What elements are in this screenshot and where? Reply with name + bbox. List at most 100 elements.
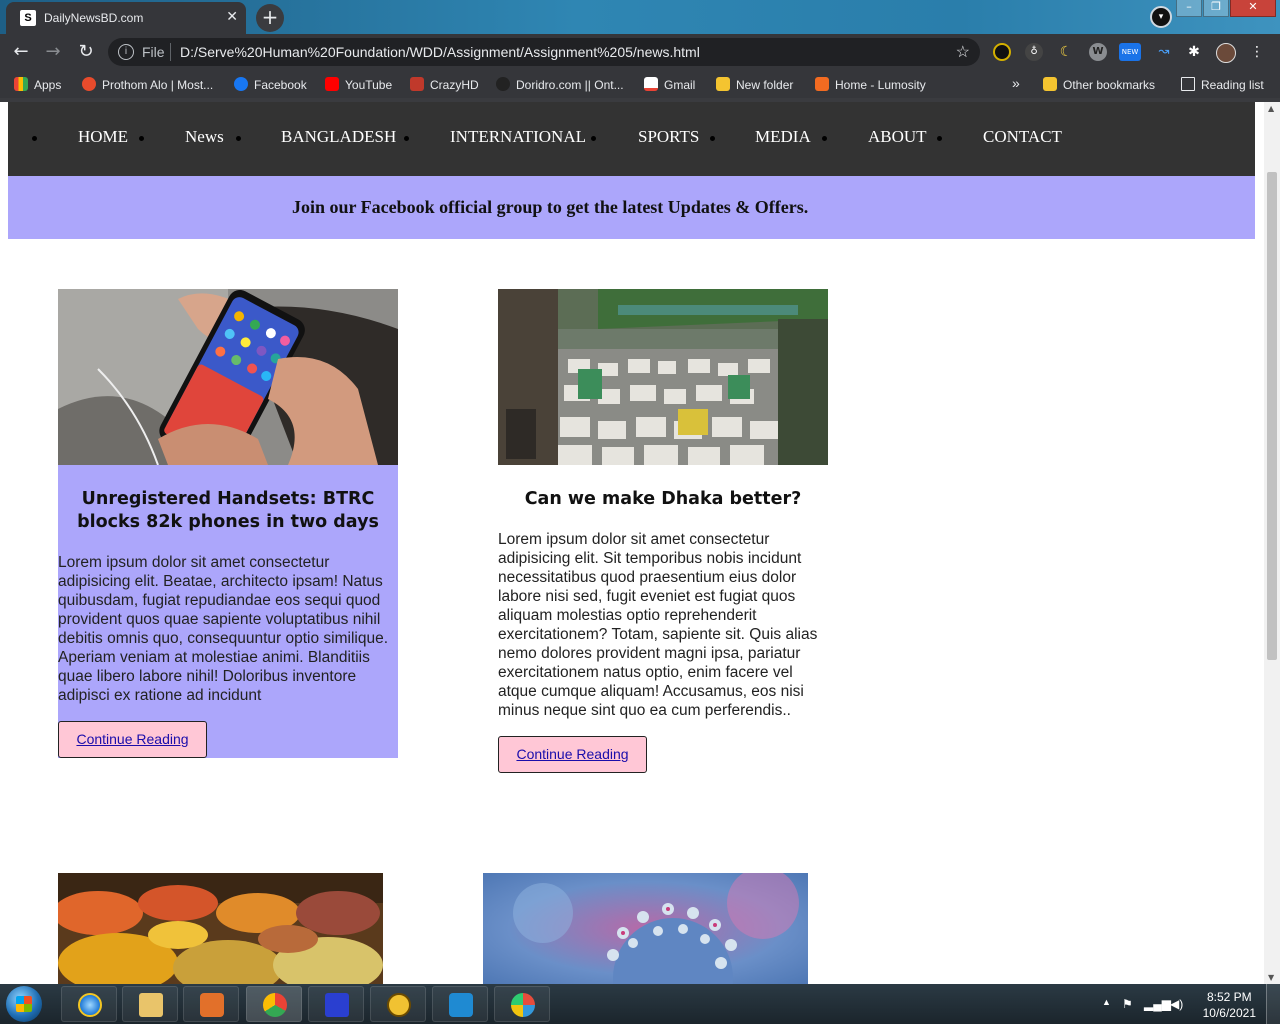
nav-bullet	[139, 136, 144, 141]
bookmark-lumosity[interactable]: Home - Lumosity	[815, 77, 926, 92]
media-player-icon	[200, 993, 224, 1017]
youtube-icon	[325, 77, 339, 91]
address-bar[interactable]: i File D:/Serve%20Human%20Foundation/WDD…	[108, 38, 980, 66]
bookmark-apps[interactable]: Apps	[14, 77, 61, 92]
nav-link-international[interactable]: INTERNATIONAL	[450, 127, 586, 147]
bookmark-label: Gmail	[664, 78, 696, 92]
crazyhd-icon	[410, 77, 424, 91]
reload-icon[interactable]: ↻	[75, 41, 97, 63]
taskbar-internet-explorer[interactable]	[61, 986, 117, 1022]
lumosity-icon	[815, 77, 829, 91]
bookmark-doridro[interactable]: Doridro.com || Ont...	[496, 77, 624, 92]
new-tab-button[interactable]: +	[256, 4, 284, 32]
extensions-puzzle-icon[interactable]: ✱	[1185, 43, 1203, 61]
gmail-icon	[644, 77, 658, 91]
browser-chrome: S DailyNewsBD.com ✕ + ▾ – ❐ ✕ ← → ↻ i Fi…	[0, 0, 1280, 102]
extension-bulb-icon[interactable]: ♁	[1025, 43, 1043, 61]
bookmark-label: YouTube	[345, 78, 393, 92]
bookmarks-overflow-icon[interactable]: »	[1012, 75, 1020, 91]
taskbar-vscode[interactable]	[432, 986, 488, 1022]
extension-w-icon[interactable]: W	[1089, 43, 1107, 61]
continue-reading-button[interactable]: Continue Reading	[58, 721, 207, 758]
continue-reading-button[interactable]: Continue Reading	[498, 736, 647, 773]
browser-tab[interactable]: S DailyNewsBD.com ✕	[6, 2, 246, 34]
nav-link-news[interactable]: News	[185, 127, 224, 147]
scroll-up-icon[interactable]: ▲	[1268, 104, 1274, 113]
prothom-alo-icon	[82, 77, 96, 91]
bookmark-prothom-alo[interactable]: Prothom Alo | Most...	[82, 77, 213, 92]
nav-link-bangladesh[interactable]: BANGLADESH	[281, 127, 396, 147]
system-clock[interactable]: 8:52 PM 10/6/2021	[1203, 989, 1256, 1021]
bookmark-label: Other bookmarks	[1063, 78, 1156, 92]
nav-link-about[interactable]: ABOUT	[868, 127, 927, 147]
nav-link-home[interactable]: HOME	[78, 127, 128, 147]
taskbar-game-app[interactable]	[308, 986, 364, 1022]
bookmark-crazyhd[interactable]: CrazyHD	[410, 77, 479, 92]
bookmark-youtube[interactable]: YouTube	[325, 77, 392, 92]
tab-search-icon[interactable]: ▾	[1150, 6, 1172, 28]
bookmarks-bar: Apps Prothom Alo | Most... Facebook YouT…	[0, 70, 1280, 98]
network-signal-icon[interactable]: ▂▄▆	[1144, 997, 1171, 1011]
dhaka-traffic-image	[498, 289, 828, 465]
globe-icon	[387, 993, 411, 1017]
apps-grid-icon	[14, 77, 28, 91]
bookmark-facebook[interactable]: Facebook	[234, 77, 307, 92]
nav-link-contact[interactable]: CONTACT	[983, 127, 1062, 147]
chrome-icon	[263, 993, 287, 1017]
bookmark-star-icon[interactable]: ☆	[956, 42, 970, 62]
start-button[interactable]	[6, 986, 42, 1022]
bookmark-gmail[interactable]: Gmail	[644, 77, 695, 92]
bookmark-label: New folder	[736, 78, 794, 92]
tab-close-icon[interactable]: ✕	[226, 8, 238, 25]
bookmark-label: Home - Lumosity	[835, 78, 926, 92]
taskbar-media-player[interactable]	[183, 986, 239, 1022]
extension-moon-icon[interactable]: ☾	[1057, 43, 1075, 61]
nav-link-media[interactable]: MEDIA	[755, 127, 811, 147]
reading-list[interactable]: Reading list	[1181, 77, 1264, 92]
extension-arrow-icon[interactable]: ↝	[1155, 43, 1173, 61]
browser-menu-icon[interactable]: ⋮	[1248, 43, 1266, 61]
url-divider	[170, 43, 171, 61]
tab-title: DailyNewsBD.com	[44, 11, 144, 25]
scroll-down-icon[interactable]: ▼	[1268, 973, 1274, 982]
taskbar-file-explorer[interactable]	[122, 986, 178, 1022]
profile-avatar[interactable]	[1216, 43, 1236, 63]
facebook-group-banner: Join our Facebook official group to get …	[8, 176, 1255, 239]
bookmark-other[interactable]: Other bookmarks	[1043, 77, 1155, 92]
folder-icon	[716, 77, 730, 91]
show-desktop-button[interactable]	[1266, 984, 1280, 1024]
reading-list-label: Reading list	[1201, 78, 1264, 92]
internet-explorer-icon	[78, 993, 102, 1017]
extension-new-icon[interactable]: NEW	[1119, 43, 1141, 61]
url-text[interactable]: D:/Serve%20Human%20Foundation/WDD/Assign…	[180, 44, 700, 60]
nav-link-sports[interactable]: SPORTS	[638, 127, 699, 147]
game-app-icon	[325, 993, 349, 1017]
tray-overflow-icon[interactable]: ▲	[1102, 997, 1111, 1007]
paint-icon	[511, 993, 535, 1017]
page-scrollbar[interactable]: ▲ ▼	[1264, 102, 1280, 984]
nav-bullet	[591, 136, 596, 141]
volume-icon[interactable]: ◀)	[1170, 997, 1183, 1011]
bookmark-label: CrazyHD	[430, 78, 479, 92]
window-close-icon[interactable]: ✕	[1230, 0, 1276, 17]
extension-dark-icon[interactable]	[993, 43, 1011, 61]
nav-bullet	[822, 136, 827, 141]
minimize-icon[interactable]: –	[1176, 0, 1202, 17]
taskbar-chrome[interactable]	[246, 986, 302, 1022]
article-title: Unregistered Handsets: BTRC blocks 82k p…	[77, 489, 379, 532]
news-card: Can we make Dhaka better? Lorem ipsum do…	[498, 289, 828, 779]
forward-arrow-icon[interactable]: →	[42, 41, 64, 63]
nav-bullet	[404, 136, 409, 141]
coronavirus-image	[483, 873, 808, 984]
action-center-flag-icon[interactable]: ⚑	[1122, 997, 1133, 1011]
vscode-icon	[449, 993, 473, 1017]
bookmark-new-folder[interactable]: New folder	[716, 77, 793, 92]
restore-icon[interactable]: ❐	[1203, 0, 1229, 17]
taskbar-paint[interactable]	[494, 986, 550, 1022]
folder-icon	[1043, 77, 1057, 91]
taskbar-globe-app[interactable]	[370, 986, 426, 1022]
back-arrow-icon[interactable]: ←	[10, 41, 32, 63]
info-icon[interactable]: i	[118, 44, 134, 60]
scrollbar-thumb[interactable]	[1267, 172, 1277, 660]
facebook-icon	[234, 77, 248, 91]
